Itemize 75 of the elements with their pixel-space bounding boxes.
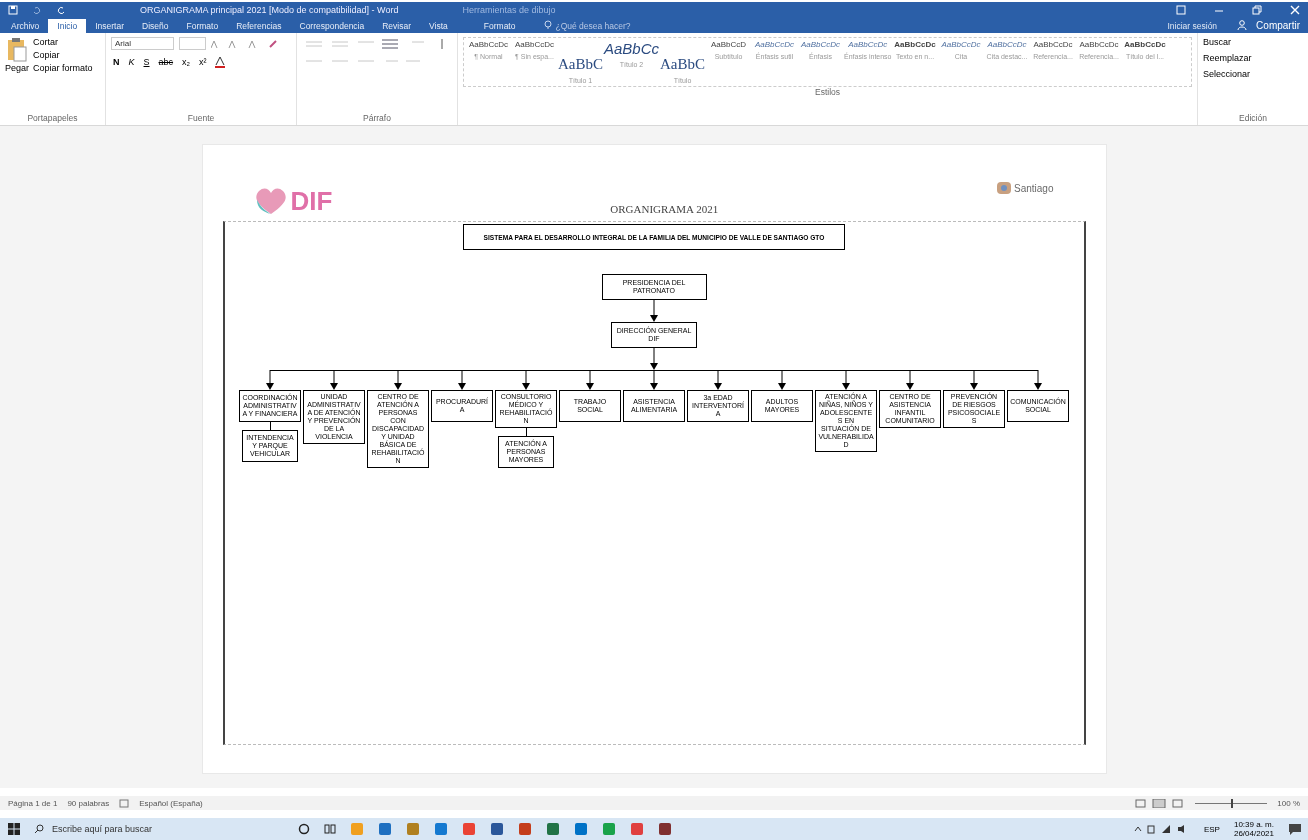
logo-text: Santiago (1014, 182, 1054, 194)
language-indicator: Español (España) (139, 798, 203, 808)
format-button[interactable]: K (126, 57, 137, 67)
windows-start-icon[interactable] (8, 823, 20, 835)
zoom-level: 100 % (1277, 798, 1300, 808)
clipboard-button[interactable]: Copiar (33, 50, 93, 60)
task-view-icon[interactable] (324, 823, 336, 835)
clipboard-button[interactable]: Copiar formato (33, 63, 93, 73)
font-color-icon[interactable] (213, 56, 226, 68)
clipboard-button[interactable]: Cortar (33, 37, 93, 47)
tell-me-field[interactable]: ¿Qué desea hacer? (555, 21, 631, 33)
ribbon-tab[interactable]: Vista (420, 19, 457, 33)
redo-icon[interactable] (56, 5, 66, 15)
app-icon[interactable] (546, 822, 560, 836)
group-label: Fuente (186, 113, 216, 123)
app-icon[interactable] (574, 822, 588, 836)
lightbulb-icon (544, 20, 553, 30)
app-icon[interactable] (378, 822, 392, 836)
ribbon-tab[interactable]: Inicio (48, 19, 87, 33)
restore-icon[interactable] (1252, 5, 1262, 15)
ribbon-tab[interactable]: Formato (177, 19, 228, 33)
app-icon[interactable] (490, 822, 504, 836)
save-icon[interactable] (8, 5, 18, 15)
input-language[interactable]: ESP (1203, 824, 1220, 834)
clock-time: 10:39 a. m. (1233, 820, 1274, 829)
word-count: 90 palabras (67, 798, 110, 808)
proofing-icon (119, 798, 130, 808)
app-icon[interactable] (658, 822, 672, 836)
context-label: Herramientas de dibujo (462, 5, 556, 15)
ribbon-tab[interactable]: Referencias (227, 19, 291, 33)
group-label: Párrafo (362, 113, 392, 123)
ribbon-tab[interactable]: Archivo (2, 19, 49, 33)
ribbon-options-icon[interactable] (1176, 5, 1186, 15)
format-button[interactable]: x² (197, 57, 209, 67)
format-button[interactable]: S (141, 57, 152, 67)
font-size-field[interactable] (179, 37, 206, 50)
editing-button[interactable]: Buscar (1203, 37, 1303, 47)
close-icon[interactable] (1290, 5, 1300, 15)
format-button[interactable]: x₂ (180, 57, 193, 67)
ribbon-tab[interactable]: Revisar (373, 19, 421, 33)
ribbon-tab[interactable]: Diseño (133, 19, 178, 33)
undo-icon[interactable] (32, 5, 42, 15)
window-title: ORGANIGRAMA principal 2021 [Modo de compatibilidad] - Word (140, 5, 399, 15)
clipboard-icon (6, 37, 28, 63)
ribbon-tab[interactable]: Insertar (86, 19, 133, 33)
page-count: Página 1 de 1 (8, 798, 58, 808)
taskbar-search-field[interactable]: Escribe aquí para buscar (50, 823, 274, 835)
clock-date: 26/04/2021 (1233, 829, 1274, 838)
app-icon[interactable] (462, 822, 476, 836)
logo-text: DIF (290, 185, 333, 217)
app-icon[interactable] (630, 822, 644, 836)
format-button[interactable]: N (111, 57, 122, 67)
font-name-field[interactable]: Arial (111, 37, 174, 50)
view-modes-icon[interactable] (1135, 798, 1186, 808)
emblem-icon (996, 181, 1012, 195)
paste-button[interactable]: Pegar (5, 37, 30, 113)
cortana-icon[interactable] (298, 823, 310, 835)
group-label: Edición (1238, 113, 1268, 123)
group-label: Estilos (813, 87, 841, 97)
editing-button[interactable]: Reemplazar (1203, 53, 1303, 63)
font-tools-icon (211, 39, 277, 48)
editing-button[interactable]: Seleccionar (1203, 69, 1303, 79)
ribbon-tab[interactable]: Correspondencia (290, 19, 374, 33)
group-label: Portapapeles (26, 113, 79, 123)
app-icon[interactable] (518, 822, 532, 836)
document-heading: ORGANIGRAMA 2021 (610, 203, 719, 215)
ribbon-tab[interactable]: Formato (474, 19, 525, 33)
share-button[interactable]: Compartir (1250, 20, 1306, 33)
person-icon (1237, 20, 1248, 30)
notifications-icon[interactable] (1288, 823, 1302, 835)
format-button[interactable]: abc (156, 57, 176, 67)
connector-arrow (650, 300, 658, 322)
sign-in-link[interactable]: Iniciar sesión (1167, 21, 1218, 33)
search-icon (34, 824, 44, 834)
app-icon[interactable] (434, 822, 448, 836)
